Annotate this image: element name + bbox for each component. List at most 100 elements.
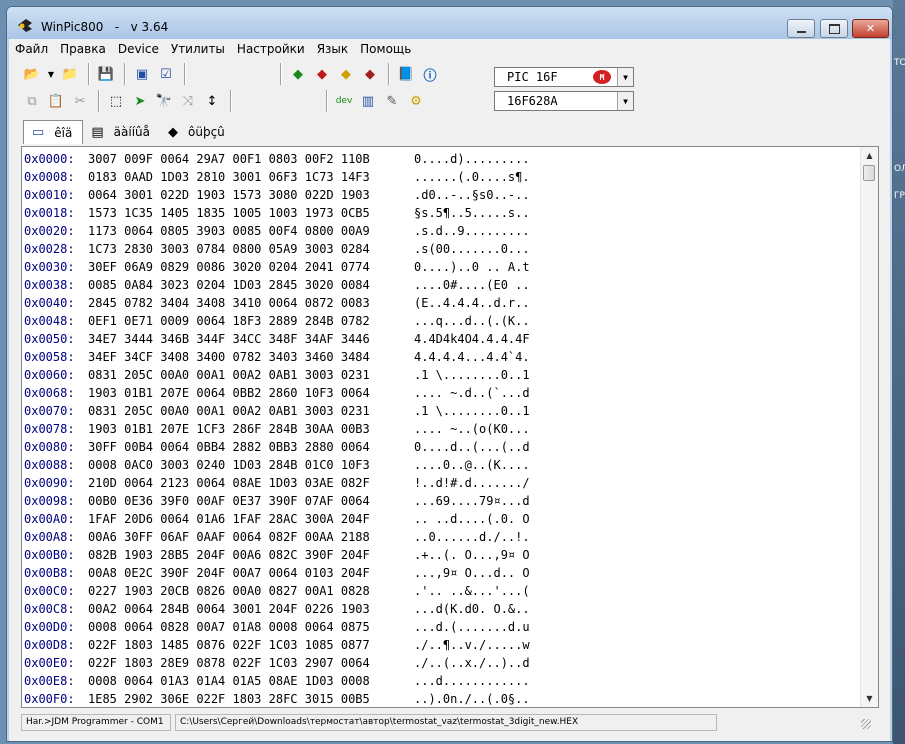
row-hex-words[interactable]: 00A8 0E2C 390F 204F 00A7 0064 0103 204F: [88, 564, 370, 582]
about-button[interactable]: ⓘ: [419, 63, 441, 85]
hex-row[interactable]: 0x0048: 0EF1 0E71 0009 0064 18F3 2889 284…: [22, 312, 862, 330]
hex-row[interactable]: 0x0088: 0008 0AC0 3003 0240 1D03 284B 01C…: [22, 456, 862, 474]
minimize-button[interactable]: [787, 19, 815, 38]
replace-button[interactable]: ⤨: [177, 90, 199, 112]
goto-button[interactable]: ↕: [201, 90, 223, 112]
hex-row[interactable]: 0x0038: 0085 0A84 3023 0204 1D03 2845 302…: [22, 276, 862, 294]
hex-row[interactable]: 0x00B8: 00A8 0E2C 390F 204F 00A7 0064 010…: [22, 564, 862, 582]
hex-row[interactable]: 0x0020: 1173 0064 0805 3903 0085 00F4 080…: [22, 222, 862, 240]
row-hex-words[interactable]: 0831 205C 00A0 00A1 00A2 0AB1 3003 0231: [88, 402, 370, 420]
chevron-down-icon[interactable]: ▼: [617, 68, 633, 86]
hex-row[interactable]: 0x00B0: 082B 1903 28B5 204F 00A6 082C 390…: [22, 546, 862, 564]
resize-grip-icon[interactable]: [861, 719, 871, 729]
open-button[interactable]: 📂: [21, 63, 43, 85]
hex-row[interactable]: 0x00C0: 0227 1903 20CB 0826 00A0 0827 00A…: [22, 582, 862, 600]
menu-device[interactable]: Device: [112, 42, 165, 56]
row-hex-words[interactable]: 30EF 06A9 0829 0086 3020 0204 2041 0774: [88, 258, 370, 276]
hex-row[interactable]: 0x0008: 0183 0AAD 1D03 2810 3001 06F3 1C7…: [22, 168, 862, 186]
checklist-button[interactable]: ☑: [155, 63, 177, 85]
row-hex-words[interactable]: 00A6 30FF 06AF 0AAF 0064 082F 00AA 2188: [88, 528, 370, 546]
row-hex-words[interactable]: 30FF 00B4 0064 0BB4 2882 0BB3 2880 0064: [88, 438, 370, 456]
hex-row[interactable]: 0x0010: 0064 3001 022D 1903 1573 3080 022…: [22, 186, 862, 204]
row-hex-words[interactable]: 0064 3001 022D 1903 1573 3080 022D 1903: [88, 186, 370, 204]
help-book-button[interactable]: 📘: [395, 63, 417, 85]
paste-button[interactable]: 📋: [45, 90, 67, 112]
select-all-button[interactable]: ⬚: [105, 90, 127, 112]
row-hex-words[interactable]: 1173 0064 0805 3903 0085 00F4 0800 00A9: [88, 222, 370, 240]
row-hex-words[interactable]: 1903 01B1 207E 1CF3 286F 284B 30AA 00B3: [88, 420, 370, 438]
read-all-button[interactable]: ◆: [287, 63, 309, 85]
row-hex-words[interactable]: 1903 01B1 207E 0064 0BB2 2860 10F3 0064: [88, 384, 370, 402]
hex-row[interactable]: 0x00D8: 022F 1803 1485 0876 022F 1C03 108…: [22, 636, 862, 654]
hardware-test-button[interactable]: ▥: [357, 90, 379, 112]
hex-editor[interactable]: 0x0000: 3007 009F 0064 29A7 00F1 0803 00F…: [21, 146, 879, 708]
title-bar[interactable]: WinPic800 - v 3.64 ✕: [7, 7, 892, 39]
hex-row[interactable]: 0x0050: 34E7 3444 346B 344F 34CC 348F 34A…: [22, 330, 862, 348]
hex-row[interactable]: 0x00C8: 00A2 0064 284B 0064 3001 204F 022…: [22, 600, 862, 618]
hex-row[interactable]: 0x0060: 0831 205C 00A0 00A1 00A2 0AB1 300…: [22, 366, 862, 384]
save-button[interactable]: 💾: [95, 63, 117, 85]
hex-row[interactable]: 0x0090: 210D 0064 2123 0064 08AE 1D03 03A…: [22, 474, 862, 492]
row-hex-words[interactable]: 1573 1C35 1405 1835 1005 1003 1973 0CB5: [88, 204, 370, 222]
row-hex-words[interactable]: 0008 0AC0 3003 0240 1D03 284B 01C0 10F3: [88, 456, 370, 474]
row-hex-words[interactable]: 3007 009F 0064 29A7 00F1 0803 00F2 110B: [88, 150, 370, 168]
hex-row[interactable]: 0x0030: 30EF 06A9 0829 0086 3020 0204 204…: [22, 258, 862, 276]
hex-row[interactable]: 0x0068: 1903 01B1 207E 0064 0BB2 2860 10F…: [22, 384, 862, 402]
row-hex-words[interactable]: 00A2 0064 284B 0064 3001 204F 0226 1903: [88, 600, 370, 618]
row-hex-words[interactable]: 082B 1903 28B5 204F 00A6 082C 390F 204F: [88, 546, 370, 564]
menu-edit[interactable]: Правка: [54, 42, 112, 56]
copy-button[interactable]: ⧉: [21, 90, 43, 112]
row-hex-words[interactable]: 210D 0064 2123 0064 08AE 1D03 03AE 082F: [88, 474, 370, 492]
menu-language[interactable]: Язык: [311, 42, 354, 56]
menu-help[interactable]: Помощь: [354, 42, 417, 56]
row-hex-words[interactable]: 0EF1 0E71 0009 0064 18F3 2889 284B 0782: [88, 312, 370, 330]
row-hex-words[interactable]: 34E7 3444 346B 344F 34CC 348F 34AF 3446: [88, 330, 370, 348]
menu-file[interactable]: Файл: [9, 42, 54, 56]
hex-row[interactable]: 0x00E0: 022F 1803 28E9 0878 022F 1C03 290…: [22, 654, 862, 672]
tab-code[interactable]: ▭ êîä: [23, 120, 84, 144]
find-button[interactable]: 🔭: [153, 90, 175, 112]
row-hex-words[interactable]: 022F 1803 1485 0876 022F 1C03 1085 0877: [88, 636, 370, 654]
hex-row[interactable]: 0x00A8: 00A6 30FF 06AF 0AAF 0064 082F 00A…: [22, 528, 862, 546]
close-button[interactable]: ✕: [852, 19, 889, 38]
row-hex-words[interactable]: 1E85 2902 306E 022F 1803 28FC 3015 00B5: [88, 690, 370, 708]
program-all-button[interactable]: ◆: [311, 63, 333, 85]
hex-row[interactable]: 0x0000: 3007 009F 0064 29A7 00F1 0803 00F…: [22, 150, 862, 168]
cut-button[interactable]: ✂: [69, 90, 91, 112]
detect-device-button[interactable]: dev: [333, 90, 355, 112]
hex-row[interactable]: 0x0098: 00B0 0E36 39F0 00AF 0E37 390F 07A…: [22, 492, 862, 510]
scroll-down-arrow-icon[interactable]: ▼: [861, 690, 878, 707]
chevron-down-icon[interactable]: ▼: [617, 92, 633, 110]
menu-utilities[interactable]: Утилиты: [165, 42, 231, 56]
tab-data[interactable]: ▤ äàííûå: [83, 120, 160, 144]
hex-row[interactable]: 0x0028: 1C73 2830 3003 0784 0800 05A9 300…: [22, 240, 862, 258]
hex-row[interactable]: 0x0040: 2845 0782 3404 3408 3410 0064 087…: [22, 294, 862, 312]
row-hex-words[interactable]: 2845 0782 3404 3408 3410 0064 0872 0083: [88, 294, 370, 312]
open-dropdown-button[interactable]: ▼: [45, 63, 57, 85]
row-hex-words[interactable]: 1C73 2830 3003 0784 0800 05A9 3003 0284: [88, 240, 370, 258]
hex-row[interactable]: 0x0018: 1573 1C35 1405 1835 1005 1003 197…: [22, 204, 862, 222]
tab-fuses[interactable]: ◆ ôüþçû: [160, 120, 235, 144]
hex-row[interactable]: 0x00E8: 0008 0064 01A3 01A4 01A5 08AE 1D0…: [22, 672, 862, 690]
pointer-button[interactable]: ➤: [129, 90, 151, 112]
verify-button[interactable]: ◆: [335, 63, 357, 85]
row-hex-words[interactable]: 0183 0AAD 1D03 2810 3001 06F3 1C73 14F3: [88, 168, 370, 186]
scroll-thumb[interactable]: [863, 165, 875, 181]
row-hex-words[interactable]: 0227 1903 20CB 0826 00A0 0827 00A1 0828: [88, 582, 370, 600]
programmer-settings-button[interactable]: ✎: [381, 90, 403, 112]
reload-button[interactable]: 📁: [59, 63, 81, 85]
row-hex-words[interactable]: 0008 0064 0828 00A7 01A8 0008 0064 0875: [88, 618, 370, 636]
row-hex-words[interactable]: 00B0 0E36 39F0 00AF 0E37 390F 07AF 0064: [88, 492, 370, 510]
scroll-up-arrow-icon[interactable]: ▲: [861, 147, 878, 164]
row-hex-words[interactable]: 34EF 34CF 3408 3400 0782 3403 3460 3484: [88, 348, 370, 366]
view-button[interactable]: ▣: [131, 63, 153, 85]
menu-settings[interactable]: Настройки: [231, 42, 311, 56]
hex-row[interactable]: 0x00D0: 0008 0064 0828 00A7 01A8 0008 006…: [22, 618, 862, 636]
hex-row[interactable]: 0x0058: 34EF 34CF 3408 3400 0782 3403 346…: [22, 348, 862, 366]
hex-row[interactable]: 0x0080: 30FF 00B4 0064 0BB4 2882 0BB3 288…: [22, 438, 862, 456]
erase-button[interactable]: ◆: [359, 63, 381, 85]
maximize-button[interactable]: [820, 19, 848, 38]
row-hex-words[interactable]: 1FAF 20D6 0064 01A6 1FAF 28AC 300A 204F: [88, 510, 370, 528]
row-hex-words[interactable]: 022F 1803 28E9 0878 022F 1C03 2907 0064: [88, 654, 370, 672]
vertical-scrollbar[interactable]: ▲ ▼: [860, 147, 878, 707]
